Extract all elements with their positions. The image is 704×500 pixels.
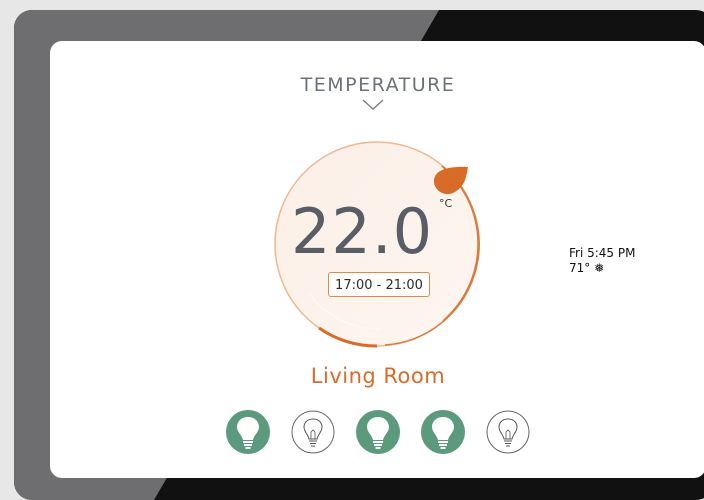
room-name[interactable]: Living Room (50, 364, 704, 388)
light-bulb-on-icon[interactable] (421, 410, 465, 454)
temperature-unit: °C (439, 197, 453, 210)
light-bulb-off-icon[interactable] (291, 410, 335, 454)
lights-row (226, 410, 551, 454)
light-bulb-on-icon[interactable] (226, 410, 270, 454)
weather-row: 71° ❅ (569, 261, 635, 276)
page-title: TEMPERATURE (300, 74, 456, 96)
schedule-time-range[interactable]: 17:00 - 21:00 (328, 272, 430, 297)
light-bulb-on-icon[interactable] (356, 410, 400, 454)
datetime-text: Fri 5:45 PM (569, 246, 636, 260)
light-bulb-off-icon[interactable] (486, 410, 530, 454)
chevron-down-icon[interactable] (361, 98, 385, 112)
device-frame: TEMPERATURE 22.0 °C 17:00 - 21:00 Living… (14, 10, 704, 500)
outdoor-temp: 71° (569, 261, 591, 275)
thermostat-screen: TEMPERATURE 22.0 °C 17:00 - 21:00 Living… (50, 41, 704, 478)
snowflake-icon: ❅ (594, 261, 605, 275)
status-panel: Fri 5:45 PM 71° ❅ (569, 246, 635, 276)
temperature-value: 22.0 (290, 195, 434, 268)
